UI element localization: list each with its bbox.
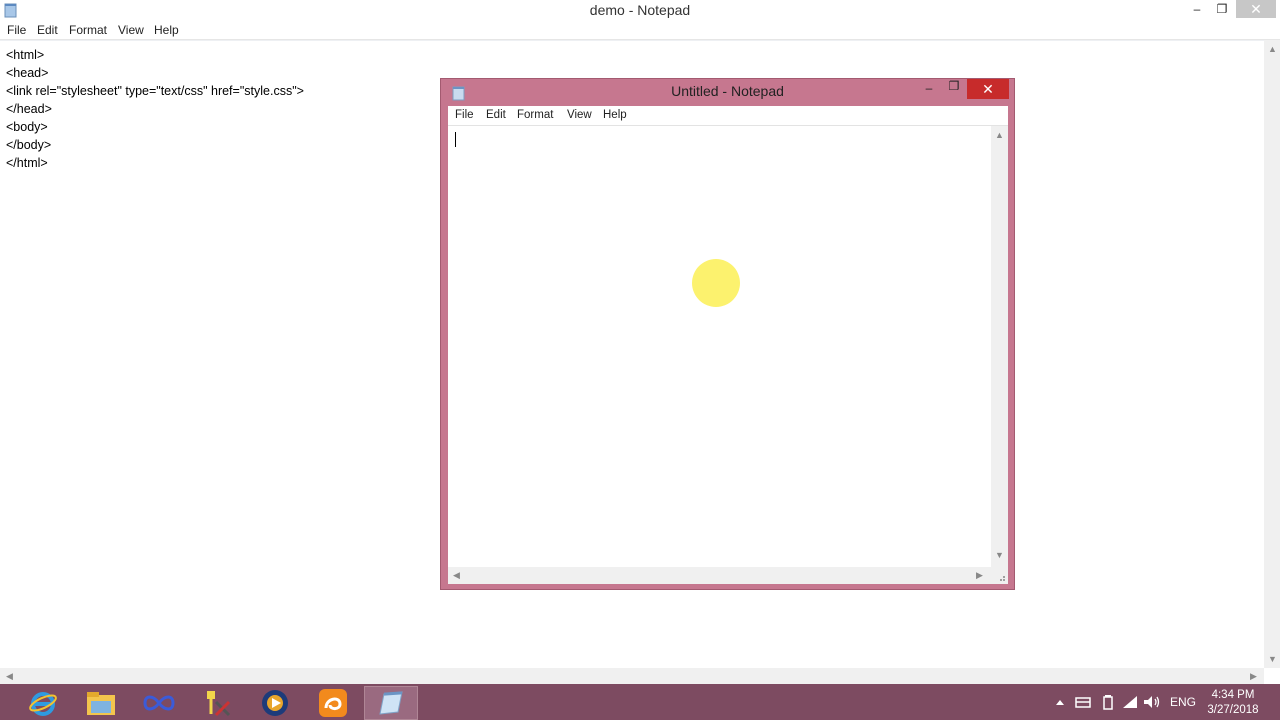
menu-file[interactable]: File (455, 109, 474, 121)
file-explorer-icon[interactable] (74, 686, 128, 720)
scroll-right-icon[interactable]: ▶ (976, 570, 983, 581)
infinity-app-icon[interactable] (132, 686, 186, 720)
maximize-button[interactable]: ❐ (944, 79, 964, 97)
untitled-menu-bar: File Edit Format View Help (448, 106, 1008, 126)
main-title-bar[interactable]: demo - Notepad – ❐ ✕ (0, 0, 1280, 21)
show-hidden-icons-icon[interactable] (1054, 684, 1066, 720)
clock-date: 3/27/2018 (1207, 704, 1259, 716)
scroll-up-icon[interactable]: ▲ (995, 130, 1004, 140)
network-adapter-icon[interactable] (1075, 684, 1091, 720)
taskbar-clock[interactable]: 4:34 PM 3/27/2018 (1200, 688, 1266, 718)
main-vertical-scrollbar[interactable]: ▲ ▼ (1264, 40, 1280, 668)
scroll-left-icon[interactable]: ◀ (6, 671, 13, 682)
tools-icon[interactable] (190, 686, 244, 720)
internet-explorer-icon[interactable] (16, 686, 70, 720)
main-horizontal-scrollbar[interactable]: ◀ ▶ (0, 668, 1264, 684)
main-menu-bar: File Edit Format View Help (0, 21, 1280, 40)
untitled-text-editor[interactable] (448, 126, 991, 567)
volume-icon[interactable] (1143, 684, 1161, 720)
uc-browser-icon[interactable] (306, 686, 360, 720)
untitled-horizontal-scrollbar[interactable]: ◀ ▶ (448, 567, 991, 584)
clock-time: 4:34 PM (1211, 689, 1255, 701)
minimize-button[interactable]: – (1184, 0, 1210, 18)
restore-button[interactable]: ❐ (1210, 0, 1234, 18)
scroll-left-icon[interactable]: ◀ (453, 570, 460, 581)
editor-content: <html> <head> <link rel="stylesheet" typ… (6, 48, 304, 170)
menu-view[interactable]: View (567, 109, 592, 121)
untitled-notepad-window[interactable]: Untitled - Notepad – ❐ ✕ File Edit Forma… (440, 78, 1015, 590)
menu-help[interactable]: Help (603, 109, 627, 121)
scroll-up-icon[interactable]: ▲ (1268, 44, 1277, 54)
menu-format[interactable]: Format (69, 23, 107, 37)
text-cursor (455, 132, 456, 147)
taskbar: ENG 4:34 PM 3/27/2018 (0, 684, 1280, 720)
minimize-button[interactable]: – (919, 81, 939, 99)
scroll-down-icon[interactable]: ▼ (995, 550, 1004, 560)
menu-help[interactable]: Help (154, 23, 179, 37)
battery-icon[interactable] (1102, 684, 1114, 720)
desktop-screen: demo - Notepad – ❐ ✕ File Edit Format Vi… (0, 0, 1280, 720)
media-player-icon[interactable] (248, 686, 302, 720)
untitled-vertical-scrollbar[interactable]: ▲ ▼ (991, 126, 1008, 567)
signal-strength-icon[interactable] (1122, 684, 1138, 720)
resize-grip-icon[interactable] (991, 567, 1008, 584)
menu-format[interactable]: Format (517, 109, 553, 121)
notepad-icon[interactable] (364, 686, 418, 720)
close-button[interactable]: ✕ (1236, 0, 1276, 18)
menu-edit[interactable]: Edit (486, 109, 506, 121)
cursor-highlight (692, 259, 740, 307)
menu-file[interactable]: File (7, 23, 26, 37)
menu-view[interactable]: View (118, 23, 144, 37)
main-window-title: demo - Notepad (589, 2, 691, 18)
scroll-down-icon[interactable]: ▼ (1268, 654, 1277, 664)
language-indicator[interactable]: ENG (1170, 684, 1196, 720)
close-button[interactable]: ✕ (967, 79, 1009, 99)
scroll-right-icon[interactable]: ▶ (1250, 671, 1257, 682)
menu-edit[interactable]: Edit (37, 23, 58, 37)
